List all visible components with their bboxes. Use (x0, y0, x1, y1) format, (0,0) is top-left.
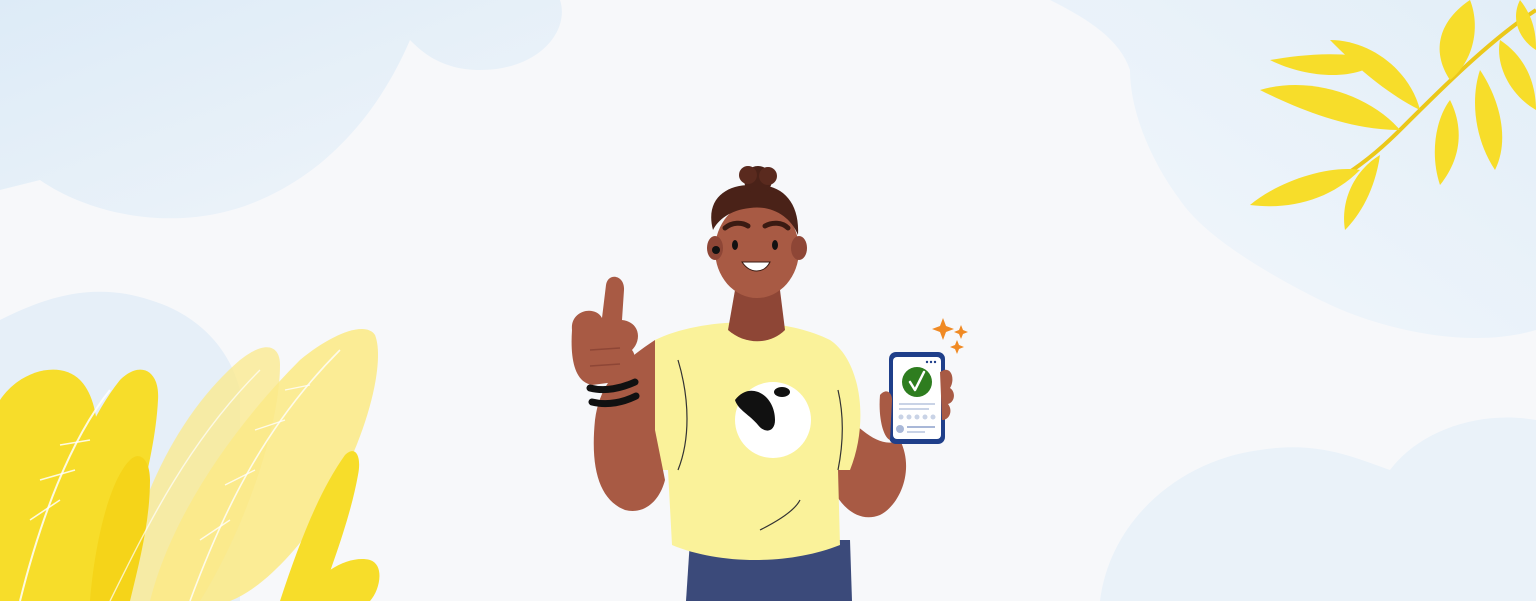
phone-icon (889, 352, 945, 444)
check-icon (902, 367, 932, 397)
illustration-canvas (0, 0, 1536, 601)
illustration-scene (0, 0, 1536, 601)
